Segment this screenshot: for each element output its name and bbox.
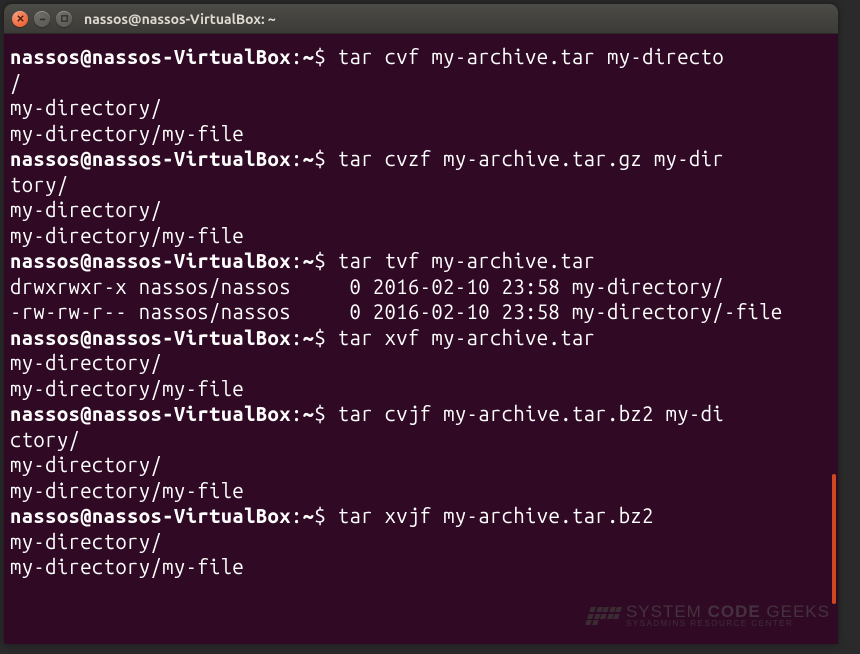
scrollbar-thumb[interactable] [832, 474, 836, 604]
terminal-line: my-directory/ [10, 529, 834, 555]
terminal-line: my-directory/my-file [10, 478, 834, 504]
terminal-window: nassos@nassos-VirtualBox: ~ nassos@nasso… [4, 4, 838, 644]
titlebar[interactable]: nassos@nassos-VirtualBox: ~ [4, 4, 838, 34]
terminal-line: my-directory/ [10, 350, 834, 376]
watermark-logo-icon [584, 605, 623, 627]
terminal-line: my-directory/my-file [10, 376, 834, 402]
minimize-icon[interactable] [34, 11, 50, 27]
terminal-output[interactable]: nassos@nassos-VirtualBox:~$ tar cvf my-a… [4, 34, 838, 584]
watermark: SYSTEM CODE GEEKS SYSADMINS RESOURCE CEN… [588, 603, 830, 628]
terminal-line: my-directory/my-file [10, 121, 834, 147]
terminal-line: my-directory/ [10, 95, 834, 121]
terminal-line: tory/ [10, 172, 834, 198]
terminal-line: my-directory/my-file [10, 223, 834, 249]
terminal-line: / [10, 70, 834, 96]
terminal-line: nassos@nassos-VirtualBox:~$ tar tvf my-a… [10, 248, 834, 274]
window-controls [12, 11, 72, 27]
terminal-line: nassos@nassos-VirtualBox:~$ tar xvf my-a… [10, 325, 834, 351]
maximize-icon[interactable] [56, 11, 72, 27]
terminal-line: my-directory/my-file [10, 554, 834, 580]
terminal-line: my-directory/ [10, 197, 834, 223]
terminal-line: ctory/ [10, 427, 834, 453]
close-icon[interactable] [12, 11, 28, 27]
terminal-line: nassos@nassos-VirtualBox:~$ tar cvf my-a… [10, 44, 834, 70]
terminal-line: nassos@nassos-VirtualBox:~$ tar cvzf my-… [10, 146, 834, 172]
terminal-line: drwxrwxr-x nassos/nassos 0 2016-02-10 23… [10, 274, 834, 300]
terminal-line: nassos@nassos-VirtualBox:~$ tar cvjf my-… [10, 401, 834, 427]
terminal-line: -rw-rw-r-- nassos/nassos 0 2016-02-10 23… [10, 299, 834, 325]
watermark-line2: SYSADMINS RESOURCE CENTER [626, 620, 830, 628]
terminal-line: my-directory/ [10, 452, 834, 478]
window-title: nassos@nassos-VirtualBox: ~ [84, 11, 276, 27]
terminal-line: nassos@nassos-VirtualBox:~$ tar xvjf my-… [10, 503, 834, 529]
watermark-text: SYSTEM CODE GEEKS SYSADMINS RESOURCE CEN… [626, 603, 830, 628]
